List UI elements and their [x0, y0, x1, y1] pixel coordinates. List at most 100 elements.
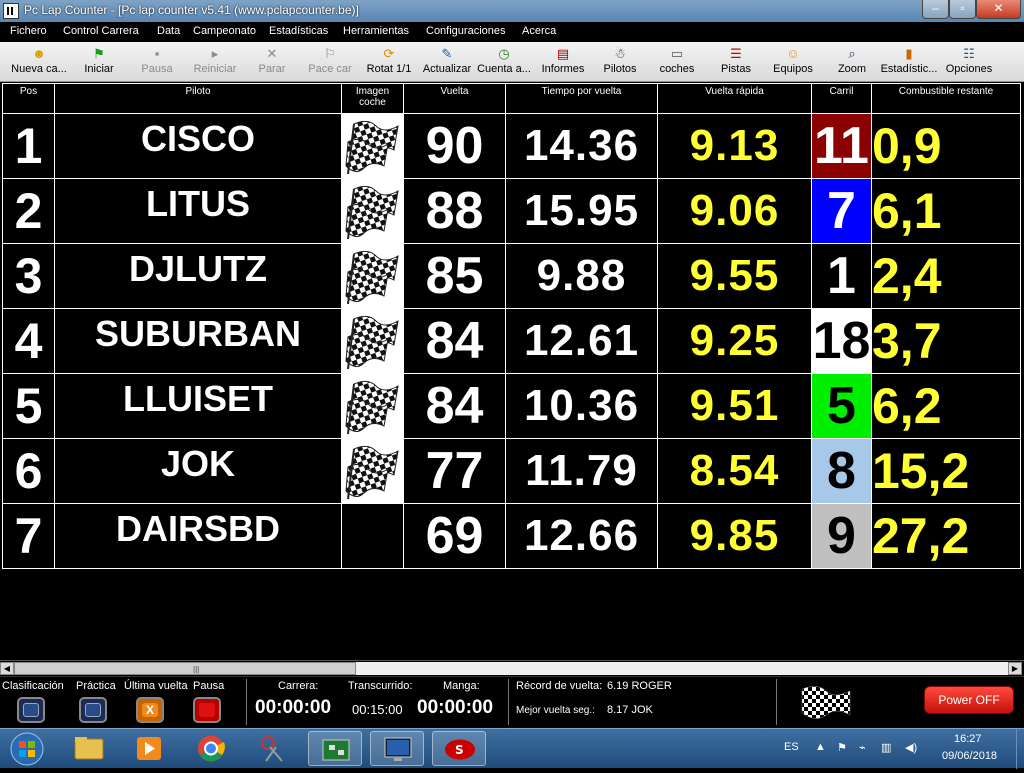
action-center-flag-icon[interactable]: ⚑: [837, 741, 847, 754]
pilot-cell: CISCO: [54, 113, 342, 179]
pace-car-flag-icon: ⚐: [324, 46, 336, 61]
show-desktop-button[interactable]: [1016, 729, 1024, 769]
record-label: Récord de vuelta:: [516, 680, 603, 692]
header-fuel[interactable]: Combustible restante: [871, 83, 1021, 114]
tray-expand-icon[interactable]: ▲: [815, 741, 826, 753]
lane-cell: 11: [811, 113, 872, 179]
practica-toggle[interactable]: [79, 697, 107, 723]
x-icon: X: [142, 703, 158, 717]
scroll-thumb[interactable]: |||: [14, 662, 356, 675]
scroll-right-icon[interactable]: ▶: [1008, 662, 1022, 675]
table-row[interactable]: 6 JOK 77 11.79 8.54 8 15,2: [2, 438, 1021, 504]
menu-control-carrera[interactable]: Control Carrera: [63, 25, 139, 37]
taskbar-explorer[interactable]: [62, 731, 116, 766]
scroll-left-icon[interactable]: ◀: [0, 662, 14, 675]
countdown-label: Cuenta a...: [477, 63, 531, 75]
header-best-lap[interactable]: Vuelta rápida: [657, 83, 812, 114]
reports-button[interactable]: ▤ Informes: [536, 44, 590, 80]
menu-herramientas[interactable]: Herramientas: [343, 25, 409, 37]
reports-label: Informes: [541, 63, 585, 75]
taskbar-media-player[interactable]: [122, 731, 176, 766]
menu-campeonato[interactable]: Campeonato: [193, 25, 256, 37]
grip-icon: |||: [193, 665, 200, 674]
windows-start-icon: [10, 732, 44, 766]
volume-icon[interactable]: ◀): [905, 741, 917, 754]
maximize-button[interactable]: ▫: [949, 0, 976, 19]
tracks-button[interactable]: ☰ Pistas: [712, 44, 760, 80]
lane-cell: 18: [811, 308, 872, 374]
countdown-button[interactable]: ◷ Cuenta a...: [476, 44, 532, 80]
menu-acerca[interactable]: Acerca: [522, 25, 556, 37]
menu-fichero[interactable]: Fichero: [10, 25, 47, 37]
stop-button[interactable]: ✕ Parar: [248, 44, 296, 80]
header-lane[interactable]: Carril: [811, 83, 872, 114]
table-row[interactable]: 2 LITUS 88 15.95 9.06 7 6,1: [2, 178, 1021, 244]
clock-time[interactable]: 16:27: [954, 733, 982, 745]
language-indicator[interactable]: ES: [784, 741, 799, 753]
power-off-button[interactable]: Power OFF: [924, 686, 1014, 714]
pause-button[interactable]: ▪ Pausa: [130, 44, 184, 80]
header-pilot[interactable]: Piloto: [54, 83, 342, 114]
stop-label: Parar: [258, 63, 286, 75]
power-plug-icon[interactable]: ⌁: [859, 741, 866, 754]
taskbar-app-red[interactable]: S: [432, 731, 486, 766]
app-window: Pc Lap Counter - [Pc lap counter v5.41 (…: [0, 0, 1024, 769]
taskbar-chrome[interactable]: [184, 731, 238, 766]
cars-label: coches: [659, 63, 695, 75]
taskbar-computer[interactable]: [370, 731, 424, 766]
network-icon[interactable]: ▥: [881, 741, 891, 754]
start-button-orb[interactable]: [4, 730, 50, 768]
divider: [776, 679, 777, 725]
clock-date[interactable]: 09/06/2018: [942, 750, 997, 762]
toggle-off-icon: [23, 703, 39, 717]
table-row[interactable]: 1 CISCO 90 14.36 9.13 11 0,9: [2, 113, 1021, 179]
checkered-flag-icon: [344, 445, 399, 500]
clasificacion-toggle[interactable]: [17, 697, 45, 723]
statistics-button[interactable]: ▮ Estadístic...: [880, 44, 938, 80]
divider: [246, 679, 247, 725]
drivers-button[interactable]: ☃ Pilotos: [596, 44, 644, 80]
header-pos[interactable]: Pos: [2, 83, 55, 114]
restart-button[interactable]: ▸ Reiniciar: [188, 44, 242, 80]
options-button[interactable]: ☷ Opciones: [942, 44, 996, 80]
pace-car-button[interactable]: ⚐ Pace car: [302, 44, 358, 80]
table-row[interactable]: 3 DJLUTZ 85 9.88 9.55 1 2,4: [2, 243, 1021, 309]
title-bar: Pc Lap Counter - [Pc lap counter v5.41 (…: [0, 0, 1024, 22]
taskbar-snipping[interactable]: [246, 731, 300, 766]
ultima-vuelta-label: Última vuelta: [124, 680, 188, 692]
teams-button[interactable]: ☺ Equipos: [768, 44, 818, 80]
zoom-button[interactable]: ⌕ Zoom: [828, 44, 876, 80]
menu-bar: Fichero Control Carrera Data Campeonato …: [0, 22, 1024, 42]
refresh-button[interactable]: ✎ Actualizar: [420, 44, 474, 80]
ultima-vuelta-toggle[interactable]: X: [136, 697, 164, 723]
header-car-image[interactable]: Imagen coche: [341, 83, 404, 114]
cars-button[interactable]: ▭ coches: [652, 44, 702, 80]
minimize-button[interactable]: –: [922, 0, 949, 19]
table-header-row: Pos Piloto Imagen coche Vuelta Tiempo po…: [2, 83, 1021, 114]
header-lap-time[interactable]: Tiempo por vuelta: [505, 83, 658, 114]
menu-estadisticas[interactable]: Estadísticas: [269, 25, 328, 37]
best-lap-cell: 8.54: [657, 438, 812, 504]
menu-configuraciones[interactable]: Configuraciones: [426, 25, 506, 37]
start-button[interactable]: ⚑ Iniciar: [74, 44, 124, 80]
new-race-button[interactable]: ☻ Nueva ca...: [8, 44, 70, 80]
menu-data[interactable]: Data: [157, 25, 180, 37]
fuel-cell: 3,7: [871, 308, 1021, 374]
table-row[interactable]: 4 SUBURBAN 84 12.61 9.25 18 3,7: [2, 308, 1021, 374]
app-checkered-icon: [3, 3, 19, 19]
horizontal-scrollbar[interactable]: ◀ ||| ▶: [0, 660, 1024, 675]
pausa-toggle[interactable]: [193, 697, 221, 723]
practica-label: Práctica: [76, 680, 116, 692]
close-button[interactable]: ✕: [976, 0, 1021, 19]
header-laps[interactable]: Vuelta: [403, 83, 506, 114]
refresh-label: Actualizar: [422, 63, 472, 75]
laps-cell: 84: [403, 308, 506, 374]
race-table: Pos Piloto Imagen coche Vuelta Tiempo po…: [2, 83, 1021, 569]
taskbar-pc-lap-counter[interactable]: [308, 731, 362, 766]
table-row[interactable]: 5 LLUISET 84 10.36 9.51 5 6,2: [2, 373, 1021, 439]
red-app-icon: S: [445, 739, 475, 760]
fuel-cell: 6,2: [871, 373, 1021, 439]
rotate-button[interactable]: ⟳ Rotat 1/1: [362, 44, 416, 80]
carrera-timer: 00:00:00: [255, 697, 332, 718]
table-row[interactable]: 7 DAIRSBD 69 12.66 9.85 9 27,2: [2, 503, 1021, 569]
